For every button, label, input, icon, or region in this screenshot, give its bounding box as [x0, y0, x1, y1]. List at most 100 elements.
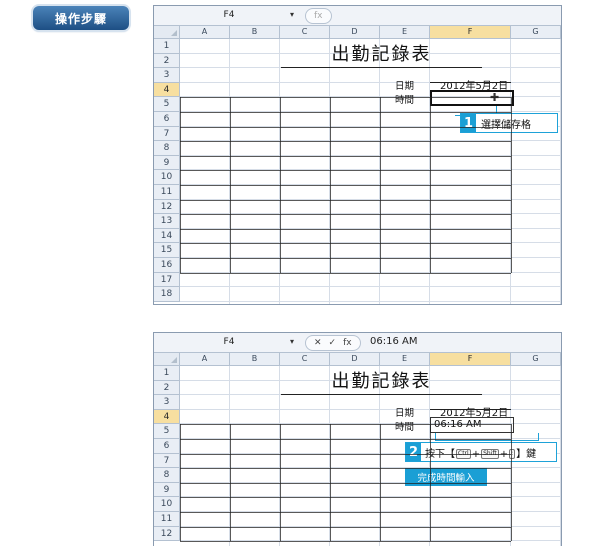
row-header-7[interactable]: 7 [154, 453, 180, 469]
column-header-c[interactable]: C [280, 353, 330, 366]
row-header-13[interactable]: 13 [154, 214, 180, 229]
name-box[interactable]: F4 [156, 8, 302, 22]
table-border [180, 424, 181, 542]
callout-select-cell: 1 選擇儲存格 [460, 113, 558, 133]
row-header-12[interactable]: 12 [154, 526, 180, 542]
row-header-9[interactable]: 9 [154, 155, 180, 171]
table-border [330, 424, 331, 542]
row-header-18[interactable]: 18 [154, 287, 180, 302]
column-header-f[interactable]: F [430, 26, 511, 39]
row-header-1[interactable]: 1 [154, 366, 180, 381]
gridline [560, 366, 561, 546]
column-header-e[interactable]: E [380, 26, 430, 39]
formula-buttons: fx [305, 8, 332, 24]
row-header-14[interactable]: 14 [154, 228, 180, 244]
table-border [230, 424, 231, 542]
column-header-a[interactable]: A [180, 353, 230, 366]
formula-buttons: ✕ ✓ fx [305, 335, 361, 351]
chevron-down-icon[interactable]: ▾ [290, 335, 294, 349]
step-number: 2 [406, 443, 421, 461]
insert-function-icon[interactable]: fx [343, 338, 352, 348]
row-header-8[interactable]: 8 [154, 468, 180, 483]
table-border [330, 97, 331, 273]
time-label: 時間 [395, 422, 415, 433]
row-header-11[interactable]: 11 [154, 512, 180, 527]
row-header-3[interactable]: 3 [154, 68, 180, 83]
cell-grid[interactable]: 出勤記錄表 日期 2012年5月2日 時間 06:16 AM 2 按下【Ctrl… [180, 366, 561, 546]
cell-grid[interactable]: 出勤記錄表 日期 2012年5月2日 時間 ✚ 1 選擇儲存格 [180, 39, 561, 304]
gridline [180, 286, 561, 288]
row-header-7[interactable]: 7 [154, 126, 180, 142]
row-header-1[interactable]: 1 [154, 39, 180, 54]
name-box[interactable]: F4 [156, 335, 302, 349]
table-border [511, 424, 512, 542]
title-underline [281, 394, 482, 396]
row-header-4[interactable]: 4 [154, 82, 180, 98]
select-all-corner[interactable] [154, 353, 180, 366]
column-header-b[interactable]: B [230, 353, 280, 366]
row-header-15[interactable]: 15 [154, 243, 180, 258]
spreadsheet-window-step2: F4 ▾ ✕ ✓ fx 06:16 AM ABCDEFG 1 2 3 4 5 6 7 8 9 10… [153, 332, 562, 546]
row-header-10[interactable]: 10 [154, 497, 180, 512]
row-header-8[interactable]: 8 [154, 141, 180, 156]
date-label: 日期 [395, 81, 415, 92]
table-border [280, 424, 281, 542]
formula-bar: F4 ▾ ✕ ✓ fx 06:16 AM [154, 333, 561, 353]
title-underline [281, 67, 482, 69]
row-header-6[interactable]: 6 [154, 439, 180, 454]
gridline [560, 39, 561, 304]
table-border [280, 97, 281, 273]
callout-text: 選擇儲存格 [481, 119, 531, 131]
column-header-f[interactable]: F [430, 353, 511, 366]
column-header-e[interactable]: E [380, 353, 430, 366]
column-header-c[interactable]: C [280, 26, 330, 39]
table-border [230, 97, 231, 273]
callout-press-keys: 2 按下【Ctrl+Shift+:】鍵 [405, 442, 557, 462]
table-border [430, 424, 431, 542]
row-header-16[interactable]: 16 [154, 258, 180, 273]
row-header-17[interactable]: 17 [154, 272, 180, 288]
table-border [180, 541, 511, 543]
column-header-a[interactable]: A [180, 26, 230, 39]
steps-badge: 操作步驟 [33, 6, 129, 30]
table-border [430, 97, 431, 273]
formula-input[interactable]: 06:16 AM [370, 335, 417, 349]
date-underline [430, 408, 511, 410]
row-header-6[interactable]: 6 [154, 112, 180, 127]
formula-bar: F4 ▾ fx [154, 6, 561, 26]
row-header-5[interactable]: 5 [154, 424, 180, 439]
row-header-12[interactable]: 12 [154, 199, 180, 215]
time-label: 時間 [395, 95, 415, 106]
step-number: 1 [461, 114, 476, 132]
column-header-g[interactable]: G [511, 26, 561, 39]
table-border [180, 272, 511, 274]
table-border [180, 97, 181, 273]
table-border [511, 97, 512, 273]
row-header-9[interactable]: 9 [154, 482, 180, 498]
spreadsheet-window-step1: F4 ▾ fx ABCDEFG 1 2 3 4 5 6 7 8 9 10 11 12 13 14 15 16 1… [153, 5, 562, 305]
row-header-3[interactable]: 3 [154, 395, 180, 410]
column-header-d[interactable]: D [330, 26, 380, 39]
cancel-icon[interactable]: ✕ [314, 338, 322, 348]
select-all-corner[interactable] [154, 26, 180, 39]
gridline [180, 300, 561, 302]
column-header-g[interactable]: G [511, 353, 561, 366]
confirm-icon[interactable]: ✓ [329, 338, 337, 348]
row-header-4[interactable]: 4 [154, 409, 180, 425]
insert-function-icon[interactable]: fx [314, 11, 323, 21]
row-header-5[interactable]: 5 [154, 97, 180, 112]
date-underline [430, 81, 511, 83]
row-header-2[interactable]: 2 [154, 53, 180, 69]
table-border [380, 424, 381, 542]
column-header-b[interactable]: B [230, 26, 280, 39]
column-header-d[interactable]: D [330, 353, 380, 366]
row-header-10[interactable]: 10 [154, 170, 180, 185]
chevron-down-icon[interactable]: ▾ [290, 8, 294, 22]
date-label: 日期 [395, 408, 415, 419]
callout-text: 按下【Ctrl+Shift+:】鍵 [421, 445, 536, 460]
row-header-11[interactable]: 11 [154, 185, 180, 200]
table-border [380, 97, 381, 273]
sheet-title: 出勤記錄表 [331, 371, 432, 392]
sheet-title: 出勤記錄表 [331, 44, 432, 65]
row-header-2[interactable]: 2 [154, 380, 180, 396]
